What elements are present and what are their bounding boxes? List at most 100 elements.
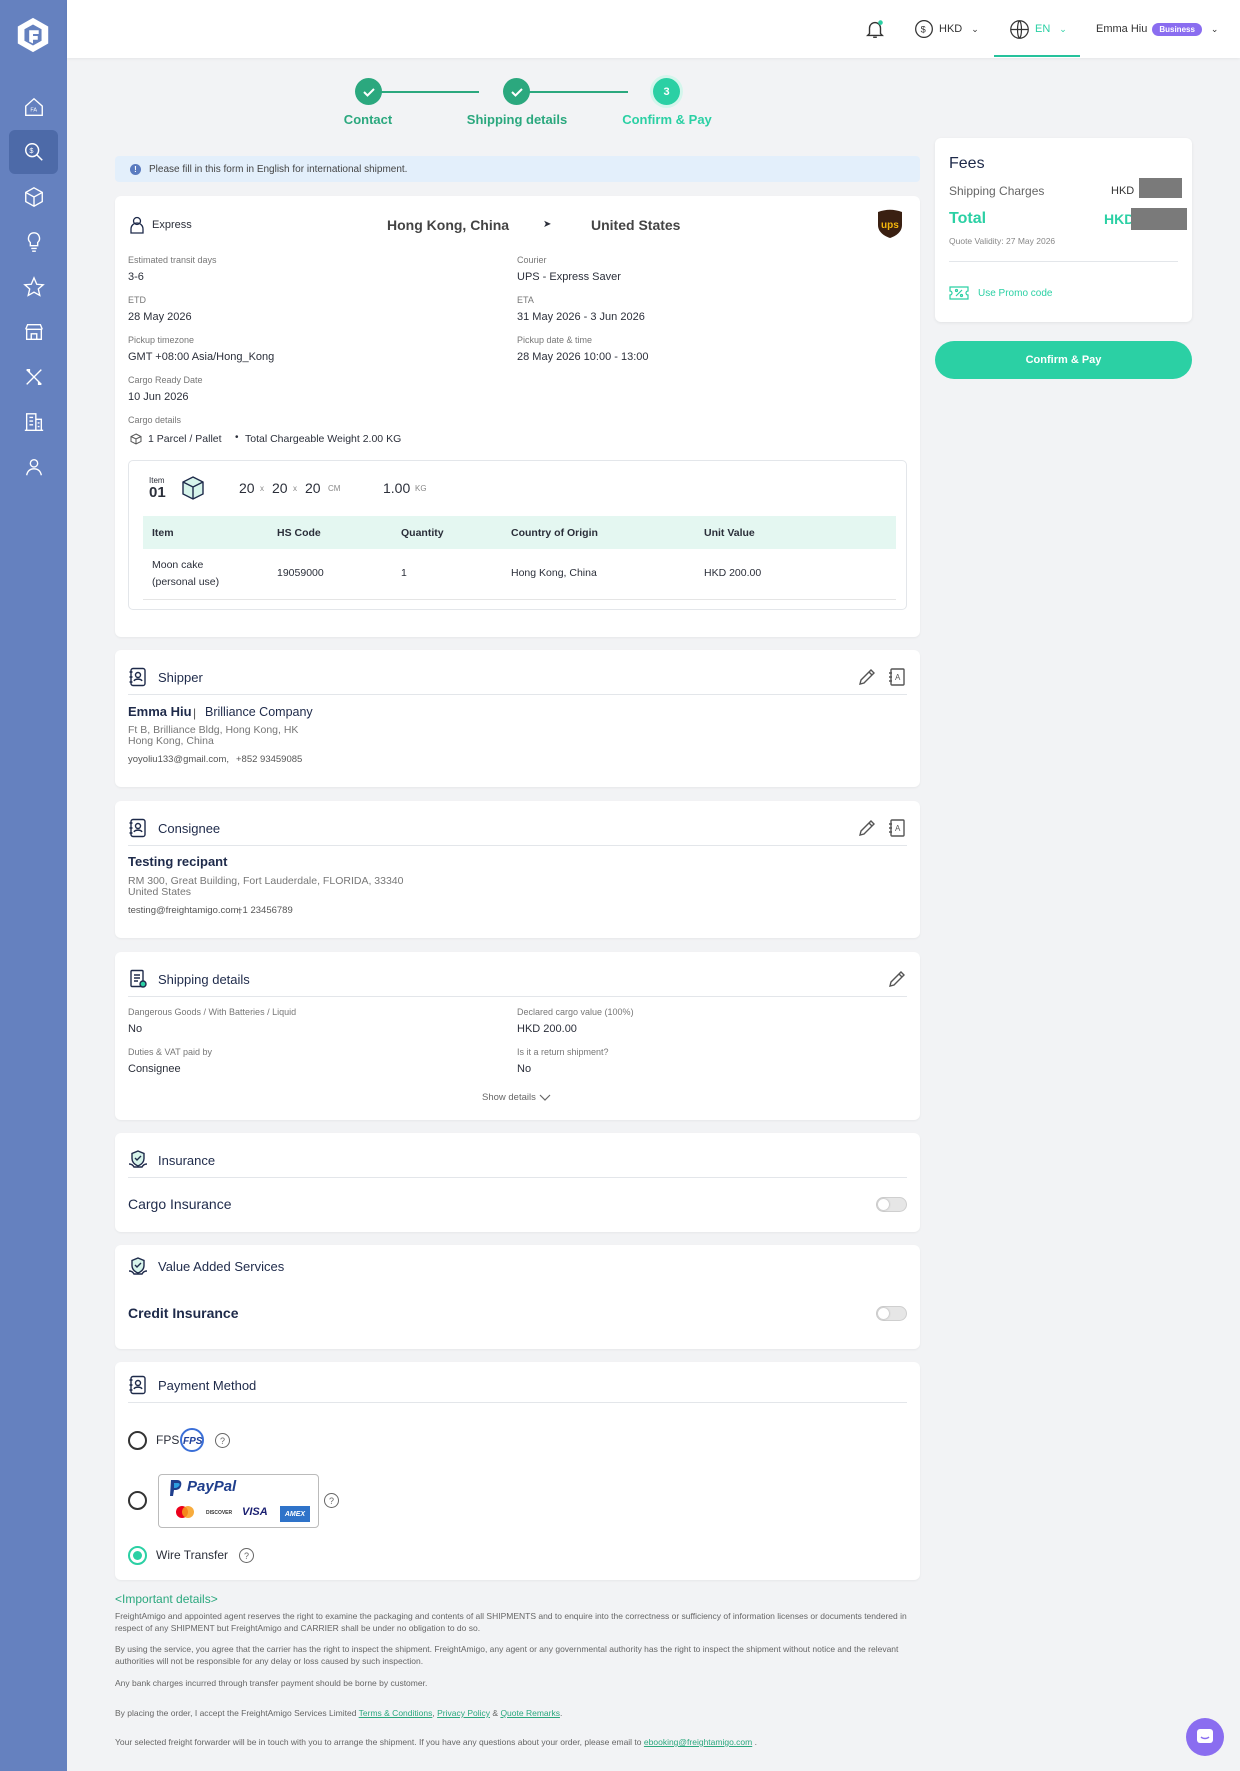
- insurance-title: Insurance: [158, 1152, 216, 1168]
- paypal-radio[interactable]: [128, 1491, 147, 1510]
- transit-value: 3-6: [128, 271, 144, 283]
- notifications-button[interactable]: [864, 0, 886, 58]
- account-type-badge: Business: [1152, 22, 1202, 36]
- consignee-title: Consignee: [158, 820, 221, 836]
- step-3-label: Confirm & Pay: [622, 112, 712, 127]
- important-paragraph-2: By using the service, you agree that the…: [115, 1644, 899, 1666]
- cargo-ready-label: Cargo Ready Date: [128, 375, 203, 385]
- account-nav[interactable]: [9, 445, 58, 489]
- item-weight: 1.00: [383, 480, 411, 496]
- tools-nav[interactable]: [9, 355, 58, 399]
- origin-country: Hong Kong, China: [387, 217, 510, 233]
- dangerous-goods-value: No: [128, 1023, 143, 1035]
- favorites-nav[interactable]: [9, 265, 58, 309]
- contact-book-icon[interactable]: A: [887, 818, 907, 838]
- consignee-name: Testing recipant: [128, 854, 228, 869]
- sidebar: FA $: [0, 0, 67, 1771]
- svg-text:$: $: [921, 24, 926, 34]
- paypal-help-icon[interactable]: ?: [324, 1493, 339, 1508]
- table-header: Quantity: [392, 516, 502, 549]
- paypal-p-icon: [170, 1480, 182, 1496]
- cargo-details-label: Cargo details: [128, 415, 182, 425]
- bracket-open: <: [115, 1592, 123, 1606]
- currency-label: HKD: [939, 23, 963, 35]
- edit-pencil-icon[interactable]: [857, 667, 877, 687]
- insights-nav[interactable]: [9, 220, 58, 264]
- insurance-header: Insurance: [128, 1143, 907, 1178]
- step-2-label: Shipping details: [466, 112, 568, 127]
- fps-help-icon[interactable]: ?: [215, 1433, 230, 1448]
- destination-country: United States: [591, 217, 681, 233]
- step-2-check-icon: [503, 78, 530, 105]
- consignee-header: Consignee A: [128, 811, 907, 846]
- service-type: Express: [152, 219, 192, 231]
- contact-book-icon[interactable]: A: [887, 667, 907, 687]
- bracket-close: >: [210, 1592, 218, 1606]
- edit-pencil-icon[interactable]: [857, 818, 877, 838]
- fees-panel: Fees Shipping Charges HKD Total HKD Quot…: [935, 138, 1192, 322]
- important-paragraph-3: Any bank charges incurred through transf…: [115, 1678, 428, 1688]
- language-selector[interactable]: EN ⌄: [1009, 0, 1067, 58]
- pickup-timezone-value: GMT +08:00 Asia/Hong_Kong: [128, 351, 275, 363]
- cargo-insurance-toggle[interactable]: [876, 1197, 907, 1212]
- package-3d-icon: [182, 476, 204, 500]
- shipper-card: Shipper A Emma Hiu | Brilliance Company …: [115, 650, 920, 787]
- item-number: 01: [149, 484, 166, 501]
- privacy-policy-link[interactable]: Privacy Policy: [437, 1708, 490, 1718]
- quote-validity: Quote Validity: 27 May 2026: [949, 236, 1056, 246]
- home-nav[interactable]: FA: [9, 85, 58, 129]
- parcel-icon: [130, 433, 142, 445]
- info-icon: !: [130, 163, 141, 175]
- user-menu[interactable]: Emma Hiu Business ⌄: [1096, 0, 1218, 58]
- edit-pencil-icon[interactable]: [887, 969, 907, 989]
- shipping-charges-label: Shipping Charges: [949, 184, 1045, 198]
- dimension-length: 20: [239, 480, 255, 496]
- wire-help-icon[interactable]: ?: [239, 1548, 254, 1563]
- cargo-details-value: 1 Parcel / Pallet: [148, 433, 222, 445]
- chargeable-weight: Total Chargeable Weight 2.00 KG: [245, 433, 402, 445]
- address-book-icon: [129, 1375, 146, 1395]
- dimension-x: x: [293, 484, 297, 493]
- table-header: Item: [143, 516, 268, 549]
- store-icon: [24, 323, 43, 341]
- insurance-card: Insurance Cargo Insurance: [115, 1133, 920, 1232]
- dollar-circle-icon: $: [915, 20, 933, 38]
- company-nav[interactable]: [9, 400, 58, 444]
- building-icon: [24, 413, 43, 431]
- freightamigo-logo[interactable]: [14, 16, 52, 54]
- vas-title: Value Added Services: [158, 1259, 285, 1274]
- quote-nav[interactable]: $: [9, 130, 58, 174]
- confirm-pay-button[interactable]: Confirm & Pay: [935, 341, 1192, 379]
- payment-method-title: Payment Method: [158, 1377, 257, 1393]
- show-details-toggle[interactable]: Show details: [482, 1092, 551, 1103]
- wire-transfer-radio[interactable]: [128, 1546, 147, 1565]
- important-paragraph-1: FreightAmigo and appointed agent reserve…: [115, 1611, 907, 1633]
- credit-insurance-label: Credit Insurance: [128, 1305, 239, 1321]
- credit-insurance-toggle[interactable]: [876, 1306, 907, 1321]
- shipments-nav[interactable]: [9, 175, 58, 219]
- terms-link[interactable]: Terms & Conditions: [359, 1708, 433, 1718]
- shipment-summary-card: Express Hong Kong, China ➤ United States…: [115, 196, 920, 637]
- ticket-percent-icon: [949, 286, 969, 300]
- important-details-link[interactable]: Important details: [122, 1592, 211, 1606]
- route-arrow-icon: ➤: [543, 219, 552, 230]
- step-1-label: Contact: [343, 112, 393, 127]
- quote-remarks-link[interactable]: Quote Remarks: [500, 1708, 560, 1718]
- consignee-address-line2: United States: [128, 886, 192, 898]
- ebooking-email-link[interactable]: ebooking@freightamigo.com: [644, 1737, 752, 1747]
- language-active-underline: [994, 55, 1080, 57]
- store-nav[interactable]: [9, 310, 58, 354]
- discover-icon: DISCOVER: [206, 1510, 233, 1516]
- shipper-phone: +852 93459085: [236, 754, 303, 765]
- promo-label: Use Promo code: [978, 287, 1053, 299]
- return-shipment-label: Is it a return shipment?: [517, 1047, 609, 1057]
- use-promo-code-button[interactable]: Use Promo code: [949, 286, 1052, 300]
- fps-radio[interactable]: [128, 1431, 147, 1450]
- etd-value: 28 May 2026: [128, 311, 192, 323]
- english-notice: ! Please fill in this form in English fo…: [115, 156, 920, 182]
- currency-selector[interactable]: $ HKD ⌄: [914, 0, 979, 58]
- table-cell: 1: [392, 549, 502, 600]
- fees-title: Fees: [949, 155, 985, 172]
- svg-text:FA: FA: [30, 108, 37, 114]
- chat-launcher[interactable]: [1186, 1718, 1224, 1756]
